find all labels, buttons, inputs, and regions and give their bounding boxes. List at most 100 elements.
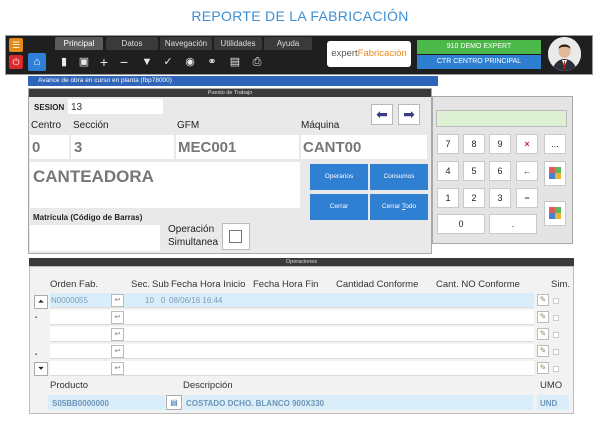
scroll-bottom-icon[interactable]: ⏷ — [34, 362, 48, 376]
seccion-value: 3 — [74, 139, 83, 156]
tab-utilidades[interactable]: Utilidades — [214, 37, 262, 50]
row-action-icon[interactable]: ↩ — [111, 345, 124, 358]
product-value: S05BB0000000 — [52, 399, 109, 408]
cerrar-todo-button[interactable]: Cerrar Todo — [370, 194, 428, 220]
home-icon[interactable]: ⌂ — [28, 53, 46, 71]
cell-inicio: 08/06/16 16:44 — [169, 296, 223, 305]
key-minus[interactable]: − — [516, 188, 538, 208]
product-label: Producto — [50, 380, 89, 391]
key-backspace[interactable]: ← — [516, 161, 538, 181]
scroll-dot-bottom: ▪ — [35, 352, 38, 358]
scroll-dot-top: ▪ — [35, 315, 38, 321]
window-title: Avance de obra en curso en planta (fbp78… — [28, 76, 438, 86]
keypad-display — [436, 110, 567, 127]
operations-header: Operaciones — [29, 258, 574, 266]
sim-checkbox[interactable] — [553, 332, 559, 338]
row-action-icon[interactable]: ↩ — [111, 294, 124, 307]
operarios-button[interactable]: Operarios — [310, 164, 368, 190]
prev-arrow-button[interactable]: ⬅ — [371, 104, 393, 125]
key-ellipsis[interactable]: ... — [544, 134, 566, 154]
session-label: SESION — [34, 103, 65, 112]
umo-label: UMO — [540, 380, 563, 391]
maquina-label: Máquina — [301, 120, 340, 131]
edit-icon[interactable]: ✎ — [537, 345, 549, 357]
brand-logo: expertFabricación — [327, 41, 411, 67]
tab-datos[interactable]: Datos — [106, 37, 158, 50]
consumos-button[interactable]: Consumos — [370, 164, 428, 190]
edit-icon[interactable]: ✎ — [537, 362, 549, 374]
edit-icon[interactable]: ✎ — [537, 328, 549, 340]
product-lookup-icon[interactable]: ▤ — [166, 395, 182, 410]
tab-navegacion[interactable]: Navegación — [160, 37, 212, 50]
sim-checkbox[interactable] — [553, 366, 559, 372]
matricula-label: Matrícula (Código de Barras) — [33, 213, 143, 222]
key-6[interactable]: 6 — [489, 161, 511, 181]
key-5[interactable]: 5 — [463, 161, 485, 181]
key-decimal[interactable]: . — [489, 214, 537, 234]
scroll-top-icon[interactable]: ⏶ — [34, 295, 48, 309]
seccion-field[interactable] — [71, 135, 174, 159]
remove-icon[interactable]: − — [117, 54, 131, 70]
puzzle-icon-2[interactable] — [544, 201, 566, 226]
col-no-conforme: Cant. NO Conforme — [436, 279, 520, 290]
row-action-icon[interactable]: ↩ — [111, 362, 124, 375]
sim-checkbox[interactable] — [553, 315, 559, 321]
print-icon[interactable]: ⎙ — [250, 54, 264, 70]
description-label: Descripción — [183, 380, 233, 391]
umo-value: UND — [540, 399, 558, 408]
next-arrow-button[interactable]: ➡ — [398, 104, 420, 125]
col-orden: Orden Fab. — [50, 279, 99, 290]
col-fin: Fecha Hora Fin — [253, 279, 319, 290]
session-field — [68, 99, 163, 114]
key-4[interactable]: 4 — [437, 161, 459, 181]
center-badge: CTR CENTRO PRINCIPAL — [417, 55, 541, 69]
row-action-icon[interactable]: ↩ — [111, 311, 124, 324]
key-0[interactable]: 0 — [437, 214, 485, 234]
page-title: REPORTE DE LA FABRICACIÓN — [191, 8, 409, 24]
company-badge: 910 DEMO EXPERT — [417, 40, 541, 54]
cerrar-button[interactable]: Cerrar — [310, 194, 368, 220]
col-inicio: Fecha Hora Inicio — [171, 279, 246, 290]
description-value: COSTADO DCHO. BLANCO 900X330 — [186, 399, 325, 408]
sim-checkbox[interactable] — [553, 298, 559, 304]
op-simultanea-label-1: Operación — [168, 224, 215, 235]
cell-orden: N0000055 — [51, 296, 88, 305]
cell-sub: 0 — [161, 296, 166, 305]
row-action-icon[interactable]: ↩ — [111, 328, 124, 341]
key-3[interactable]: 3 — [489, 188, 511, 208]
op-simultanea-label-2: Simultanea — [168, 237, 219, 248]
tab-principal[interactable]: Principal — [55, 37, 103, 50]
key-7[interactable]: 7 — [437, 134, 459, 154]
puzzle-icon[interactable] — [544, 161, 566, 186]
tab-ayuda[interactable]: Ayuda — [264, 37, 312, 50]
cell-sec: 10 — [145, 296, 154, 305]
filter-icon[interactable]: ▼ — [140, 54, 154, 70]
avatar[interactable] — [548, 37, 581, 71]
new-document-icon[interactable]: ▮ — [57, 54, 71, 70]
edit-icon[interactable]: ✎ — [537, 294, 549, 306]
matricula-input[interactable] — [30, 225, 160, 251]
power-icon[interactable]: ⏻ — [9, 55, 23, 69]
col-sim: Sim. — [551, 279, 570, 290]
add-icon[interactable]: + — [97, 54, 111, 70]
options-icon[interactable]: ▤ — [228, 54, 242, 70]
workstation-header: Puesto de Trabajo — [29, 89, 431, 97]
link-icon[interactable]: ⚭ — [205, 54, 219, 70]
key-8[interactable]: 8 — [463, 134, 485, 154]
key-clear[interactable]: × — [516, 134, 538, 154]
key-2[interactable]: 2 — [463, 188, 485, 208]
menu-icon[interactable]: ☰ — [9, 38, 23, 52]
op-simultanea-checkbox[interactable] — [229, 230, 242, 243]
save-icon[interactable]: ▣ — [77, 54, 91, 70]
sim-checkbox[interactable] — [553, 349, 559, 355]
edit-icon[interactable]: ✎ — [537, 311, 549, 323]
check-icon[interactable]: ✓ — [161, 54, 175, 70]
machine-name: CANTEADORA — [33, 167, 154, 186]
col-sub: Sub — [152, 279, 169, 290]
centro-label: Centro — [31, 120, 62, 131]
record-icon[interactable]: ◉ — [183, 54, 197, 70]
key-1[interactable]: 1 — [437, 188, 459, 208]
maquina-value: CANT00 — [303, 139, 362, 156]
key-9[interactable]: 9 — [489, 134, 511, 154]
gfm-value: MEC001 — [178, 139, 237, 156]
